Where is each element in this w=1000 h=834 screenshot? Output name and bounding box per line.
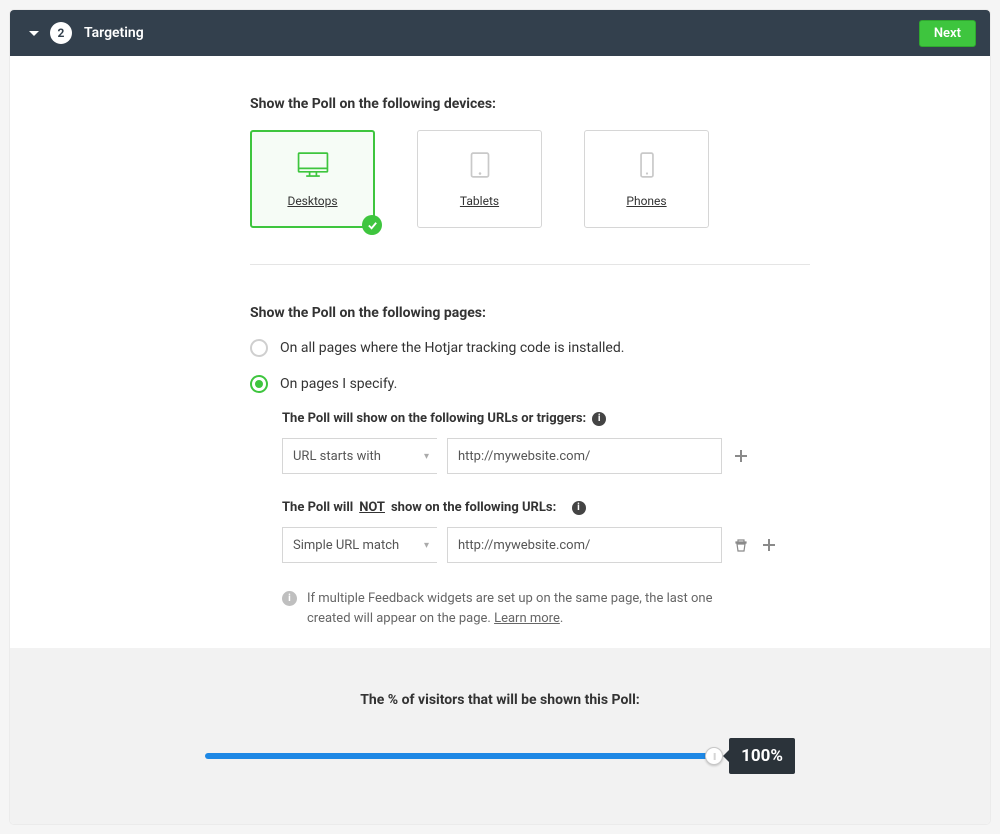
phone-icon: [630, 150, 664, 180]
device-label: Desktops: [287, 194, 337, 208]
device-card-tablets[interactable]: Tablets: [417, 130, 542, 228]
info-icon[interactable]: i: [592, 412, 606, 426]
include-url-row: URL starts with ▾: [282, 438, 810, 474]
collapse-toggle[interactable]: [24, 28, 44, 38]
radio-specific-pages[interactable]: On pages I specify.: [250, 375, 810, 393]
match-type-select[interactable]: Simple URL match ▾: [282, 527, 437, 563]
check-badge-icon: [362, 215, 382, 235]
percentage-heading: The % of visitors that will be shown thi…: [40, 692, 960, 708]
add-url-button[interactable]: [760, 536, 778, 554]
percentage-slider[interactable]: ||: [205, 753, 715, 759]
next-button[interactable]: Next: [919, 20, 976, 47]
exclude-url-row: Simple URL match ▾: [282, 527, 810, 563]
pages-heading: Show the Poll on the following pages:: [250, 305, 810, 321]
multi-widget-note: i If multiple Feedback widgets are set u…: [282, 589, 742, 628]
tablet-icon: [463, 150, 497, 180]
learn-more-link[interactable]: Learn more: [494, 611, 560, 626]
info-icon[interactable]: i: [572, 501, 586, 515]
slider-thumb[interactable]: ||: [705, 747, 723, 765]
include-urls-heading: The Poll will show on the following URLs…: [282, 411, 810, 426]
info-icon: i: [282, 591, 297, 606]
add-url-button[interactable]: [732, 447, 750, 465]
device-label: Phones: [626, 194, 666, 208]
match-type-select[interactable]: URL starts with ▾: [282, 438, 437, 474]
device-label: Tablets: [460, 194, 499, 208]
percentage-value: 100%: [729, 738, 795, 774]
step-header: 2 Targeting Next: [10, 10, 990, 56]
caret-down-icon: ▾: [424, 540, 429, 551]
device-card-phones[interactable]: Phones: [584, 130, 709, 228]
device-options-row: Desktops Tablets: [250, 130, 810, 265]
percentage-section: The % of visitors that will be shown thi…: [10, 648, 990, 824]
step-title: Targeting: [84, 25, 919, 41]
radio-icon[interactable]: [250, 339, 268, 357]
radio-label: On all pages where the Hotjar tracking c…: [280, 340, 624, 356]
devices-heading: Show the Poll on the following devices:: [250, 96, 810, 112]
caret-down-icon: ▾: [424, 451, 429, 462]
delete-url-button[interactable]: [732, 536, 750, 554]
desktop-icon: [296, 150, 330, 180]
radio-label: On pages I specify.: [280, 376, 397, 392]
radio-all-pages[interactable]: On all pages where the Hotjar tracking c…: [250, 339, 810, 357]
device-card-desktops[interactable]: Desktops: [250, 130, 375, 228]
url-input[interactable]: [447, 527, 722, 563]
url-input[interactable]: [447, 438, 722, 474]
step-number-badge: 2: [50, 22, 72, 44]
radio-icon[interactable]: [250, 375, 268, 393]
exclude-urls-heading: The Poll will NOT show on the following …: [282, 500, 810, 515]
